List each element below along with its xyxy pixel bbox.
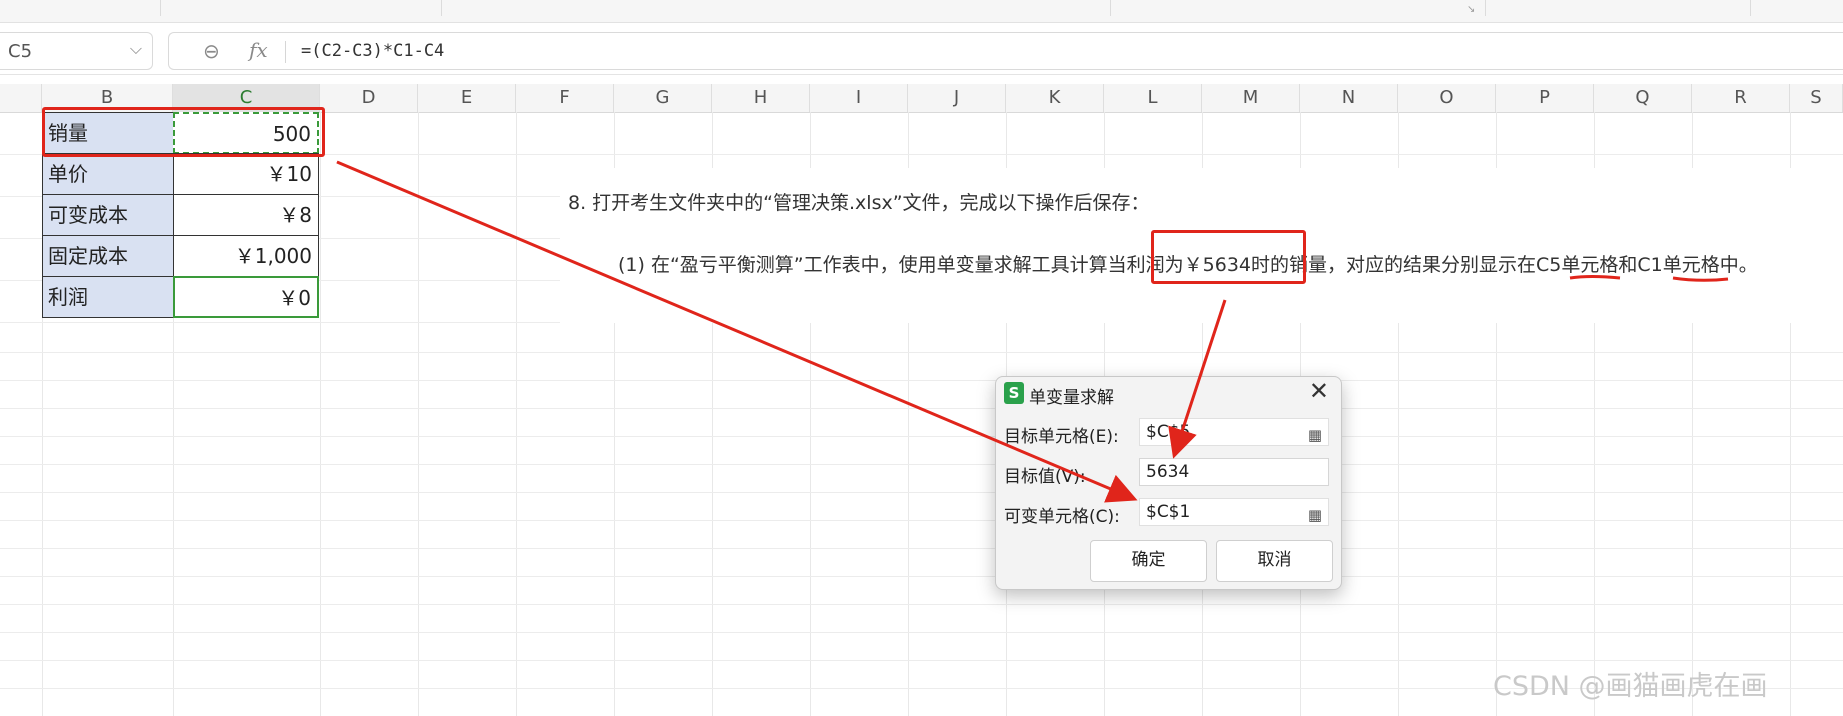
annotation-arrow (336, 160, 1138, 503)
underline-c1 (1672, 276, 1729, 282)
annotation-arrow-value (1168, 299, 1227, 459)
underline-c5 (1569, 275, 1621, 280)
annotation-overlay (336, 160, 1729, 503)
watermark: CSDN @画猫画虎在画 (1493, 671, 1768, 702)
